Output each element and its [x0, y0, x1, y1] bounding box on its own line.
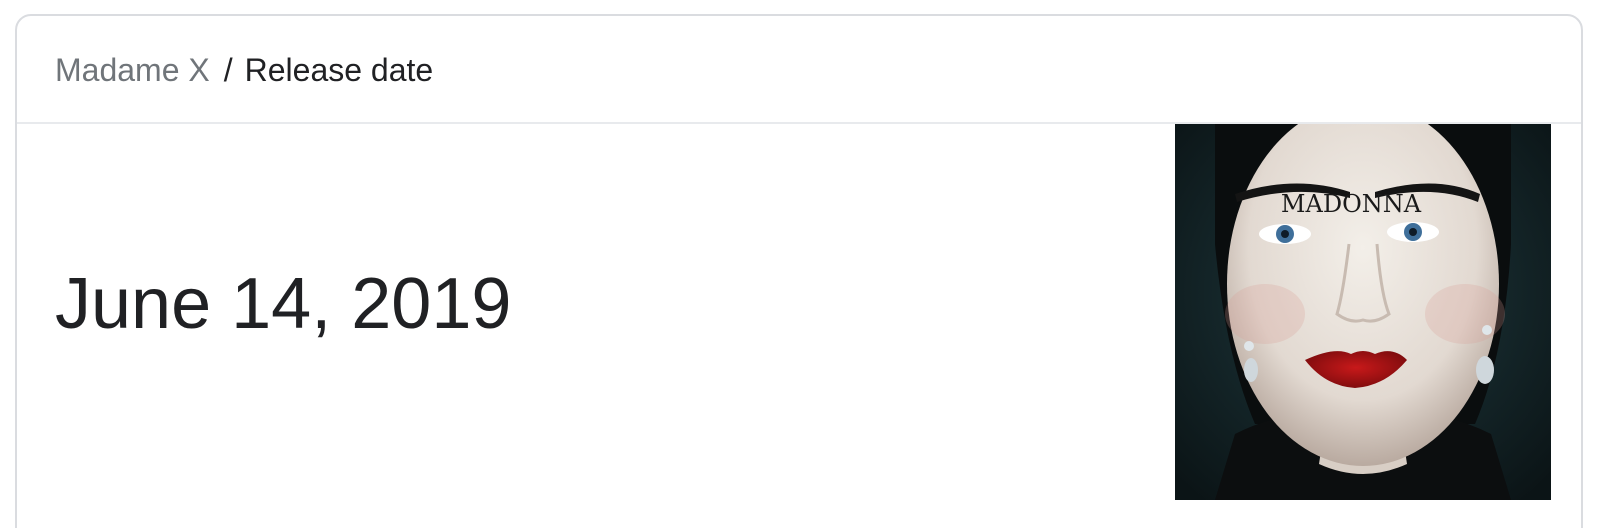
card-header: Madame X / Release date [17, 16, 1581, 124]
album-cover-wordmark: MADONNA [1281, 190, 1422, 218]
breadcrumb-separator: / [223, 52, 233, 88]
breadcrumb: Madame X / Release date [55, 50, 433, 90]
breadcrumb-current: Release date [244, 52, 434, 88]
album-cover-image: MADONNA [1175, 124, 1551, 500]
answer-card: Madame X / Release date June 14, 2019 MA… [15, 14, 1583, 528]
album-cover-thumbnail[interactable]: MADONNA [1175, 124, 1551, 500]
release-date-answer: June 14, 2019 [55, 264, 512, 344]
breadcrumb-parent-link[interactable]: Madame X [55, 52, 210, 88]
